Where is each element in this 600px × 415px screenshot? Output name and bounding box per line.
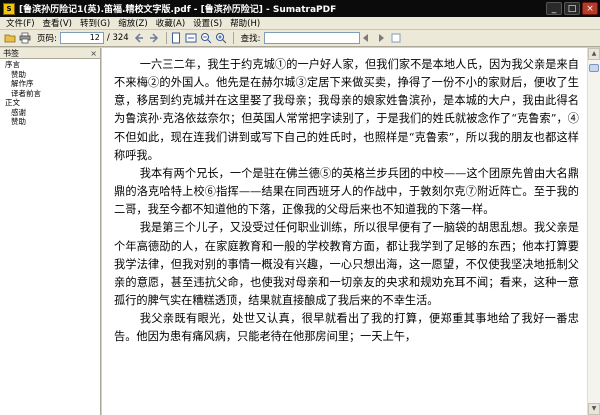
checkbox-icon <box>391 33 401 43</box>
menu-help[interactable]: 帮助(H) <box>226 17 264 29</box>
page-label: 页码: <box>37 34 57 44</box>
find-label: 查找: <box>240 34 261 44</box>
match-case-button[interactable] <box>390 32 403 45</box>
bookmark-item[interactable]: 正文 <box>5 98 100 108</box>
bookmark-item[interactable]: 解作序 <box>5 79 100 89</box>
arrow-left-icon <box>135 33 144 43</box>
window-title: [鲁滨孙历险记1(英).笛福.精校文字版.pdf - [鲁滨孙历险记] - Su… <box>19 5 337 15</box>
fit-page-icon <box>172 32 181 44</box>
maximize-button[interactable]: □ <box>564 2 580 15</box>
bookmark-item[interactable]: 序言 <box>5 60 100 70</box>
paragraph: 一六三二年，我生于约克城①的一户好人家，但我们家不是本地人氏，因为我父亲是来自不… <box>114 58 579 162</box>
minimize-button[interactable]: _ <box>546 2 562 15</box>
scroll-thumb[interactable] <box>589 64 599 72</box>
find-next-button[interactable] <box>375 32 388 45</box>
title-bar: S [鲁滨孙历险记1(英).笛福.精校文字版.pdf - [鲁滨孙历险记] - … <box>0 0 600 17</box>
bookmark-item[interactable]: 赞助 <box>5 70 100 80</box>
sidebar-title: 书签 <box>3 48 19 58</box>
vertical-scrollbar[interactable]: ▲ ▼ <box>587 48 600 415</box>
menu-view[interactable]: 查看(V) <box>39 17 76 29</box>
next-page-button[interactable] <box>148 32 161 45</box>
fit-width-icon <box>185 33 197 43</box>
fit-width-button[interactable] <box>185 32 198 45</box>
open-folder-button[interactable] <box>3 32 16 45</box>
page-total: / 324 <box>106 33 129 43</box>
paragraph: 我是第三个儿子，又没受过任何职业训练，所以很早便有了一脑袋的胡思乱想。我父亲是个… <box>114 221 579 308</box>
document-view[interactable]: 一六三二年，我生于约克城①的一户好人家，但我们家不是本地人氏，因为我父亲是来自不… <box>102 48 587 415</box>
bookmark-tree: 序言 赞助 解作序 译者前言 正文 感谢 赞助 <box>0 59 100 127</box>
bookmark-item[interactable]: 译者前言 <box>5 89 100 99</box>
menu-zoom[interactable]: 缩放(Z) <box>114 17 151 29</box>
print-button[interactable] <box>18 32 31 45</box>
prev-page-button[interactable] <box>133 32 146 45</box>
zoom-in-button[interactable] <box>215 32 228 45</box>
find-prev-button[interactable] <box>360 32 373 45</box>
zoom-out-icon <box>201 32 212 44</box>
scroll-up-icon[interactable]: ▲ <box>588 48 600 60</box>
bookmark-item[interactable]: 赞助 <box>5 117 100 127</box>
triangle-right-icon <box>379 34 385 42</box>
bookmark-item[interactable]: 感谢 <box>5 108 100 118</box>
zoom-in-icon <box>216 32 227 44</box>
fit-page-button[interactable] <box>170 32 183 45</box>
sidebar-close-icon[interactable]: × <box>90 49 97 58</box>
menu-bar: 文件(F) 查看(V) 转到(G) 缩放(Z) 收藏(A) 设置(S) 帮助(H… <box>0 17 600 30</box>
bookmarks-sidebar: 书签 × 序言 赞助 解作序 译者前言 正文 感谢 赞助 <box>0 48 101 415</box>
zoom-out-button[interactable] <box>200 32 213 45</box>
toolbar-separator <box>165 32 167 44</box>
menu-favorites[interactable]: 收藏(A) <box>152 17 189 29</box>
folder-icon <box>4 34 15 43</box>
paragraph: 我本有两个兄长，一个是驻在佛兰德⑤的英格兰步兵团的中校——这个团原先曾由大名鼎鼎… <box>114 166 579 217</box>
paragraph: 我父亲既有眼光，处世又认真，很早就看出了我的打算，便郑重其事地给了我好一番忠告。… <box>114 312 579 344</box>
sumatra-app-icon[interactable]: S <box>3 2 15 15</box>
find-input[interactable] <box>263 32 360 44</box>
arrow-right-icon <box>150 33 159 43</box>
toolbar-separator <box>232 32 234 44</box>
menu-goto[interactable]: 转到(G) <box>76 17 114 29</box>
sidebar-header: 书签 × <box>0 48 100 59</box>
page-number-input[interactable]: 12 <box>59 32 104 44</box>
menu-file[interactable]: 文件(F) <box>2 17 39 29</box>
triangle-left-icon <box>363 34 369 42</box>
toolbar: 页码: 12 / 324 查找: <box>0 30 600 47</box>
close-button[interactable]: × <box>582 2 598 15</box>
page-content: 一六三二年，我生于约克城①的一户好人家，但我们家不是本地人氏，因为我父亲是来自不… <box>114 56 579 347</box>
scroll-down-icon[interactable]: ▼ <box>588 403 600 415</box>
printer-icon <box>19 32 30 44</box>
menu-settings[interactable]: 设置(S) <box>189 17 226 29</box>
